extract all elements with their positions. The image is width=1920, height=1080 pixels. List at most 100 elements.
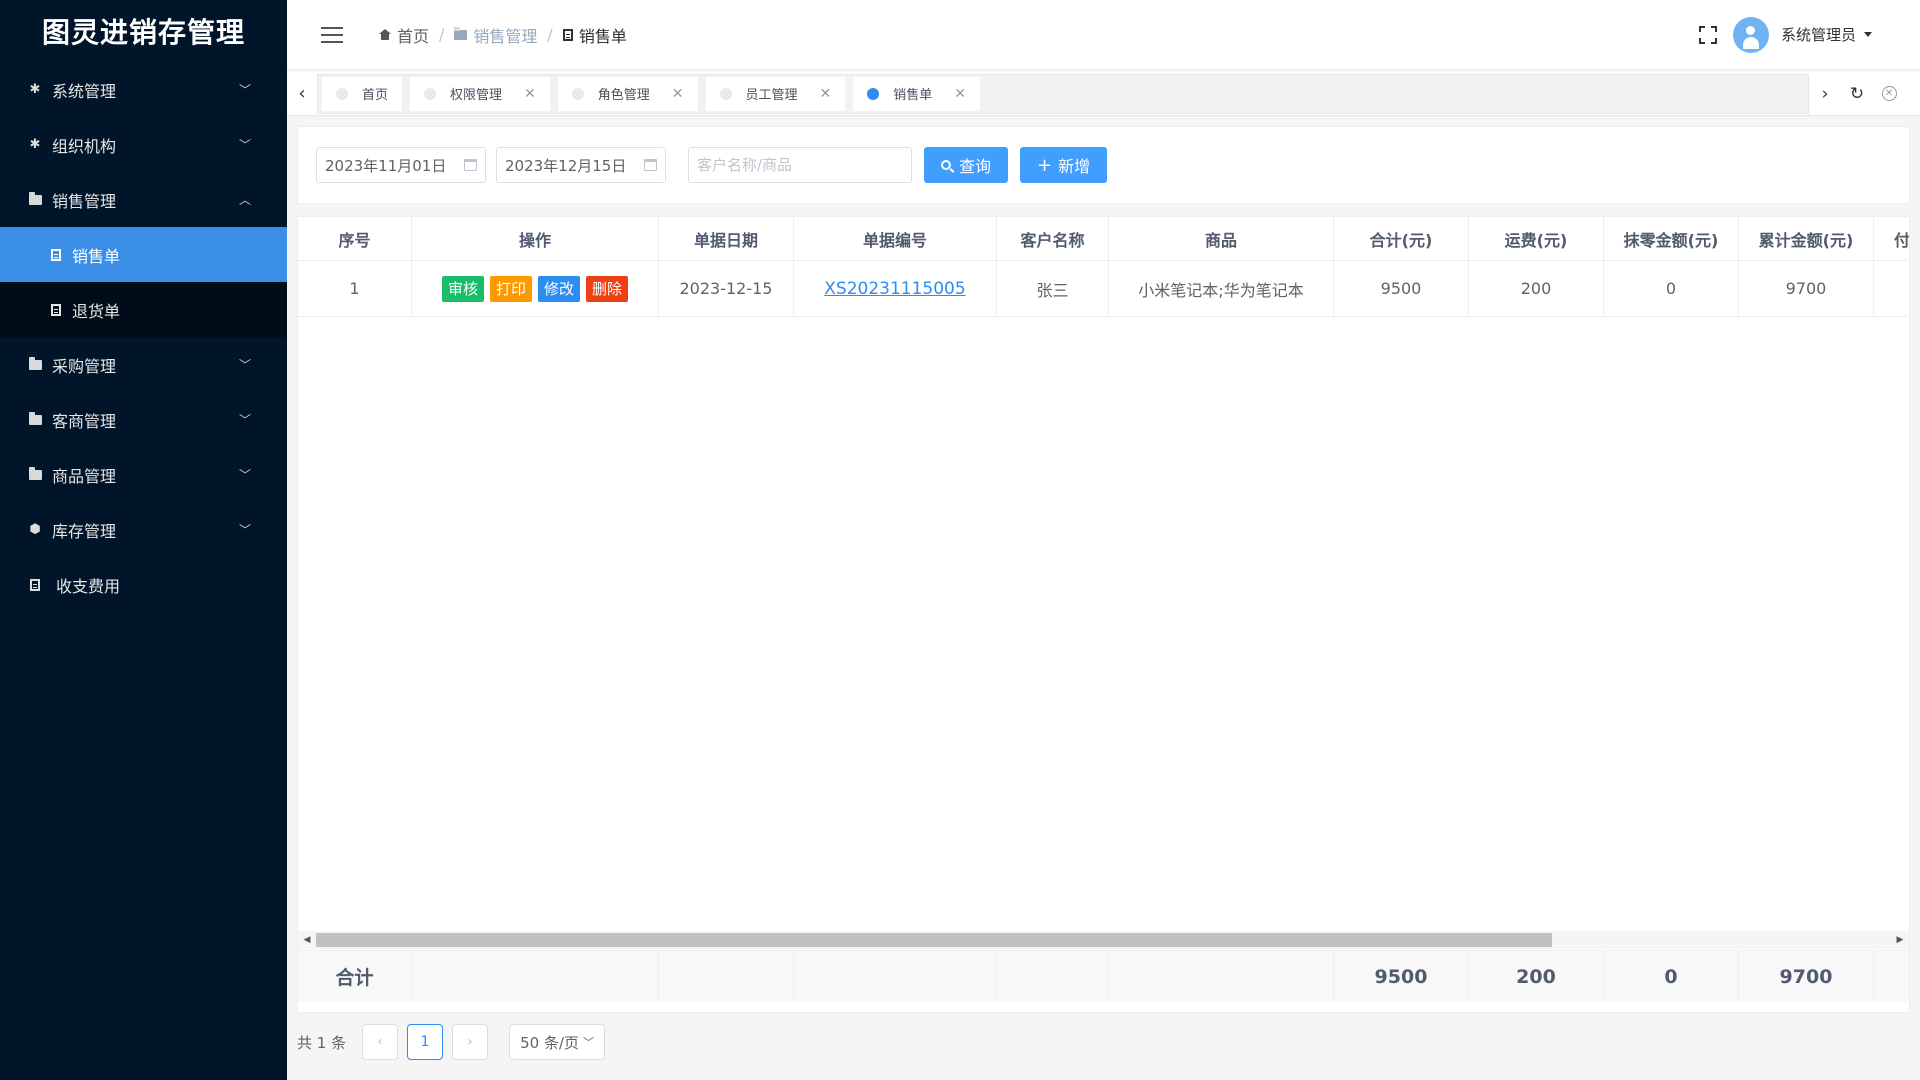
page-number-button[interactable]: 1 [407,1024,444,1060]
page-size-select[interactable]: 50 条/页 ﹀ [509,1024,606,1060]
chevron-down-icon: ﹀ [238,138,251,152]
tabs-list: 首页 权限管理 ✕ 角色管理 ✕ 员工管理 ✕ 销售单 ✕ [317,73,1809,114]
sidebar-item-purchase[interactable]: 采购管理 ﹀ [0,337,287,392]
print-button[interactable]: 打印 [489,275,532,302]
tabs-tools: › ↻ ✕ [1809,72,1905,116]
breadcrumb-separator: / [547,25,553,44]
app-logo-title: 图灵进销存管理 [41,16,245,49]
fullscreen-icon[interactable] [1698,25,1717,44]
sidebar-item-organization[interactable]: ✱ 组织机构 ﹀ [0,117,287,172]
user-menu[interactable]: 系统管理员 [1781,24,1872,45]
sidebar-item-sales[interactable]: 销售管理 ︿ [0,172,287,227]
sales-order-table: 序号 操作 单据日期 单据编号 客户名称 商品 合计(元) 运费(元) 抹零金额… [297,216,1910,1013]
order-code-link[interactable]: XS20231115005 [824,279,965,299]
start-date-picker[interactable]: 2023年11月01日 [316,147,486,183]
next-page-button[interactable]: › [452,1024,489,1060]
gear-icon: ✱ [29,82,41,97]
tab-employees[interactable]: 员工管理 ✕ [705,76,846,111]
folder-icon [28,411,42,427]
tab-dot-icon [424,87,436,100]
search-bar: 2023年11月01日 2023年12月15日 查询 + 新增 [297,126,1910,204]
sidebar: 图灵进销存管理 ✱ 系统管理 ﹀ ✱ 组织机构 ﹀ 销售管理 ︿ 销售单 退货单… [0,0,287,1080]
folder-icon [28,466,42,482]
document-icon [562,28,573,41]
column-header: 单据日期 [659,217,794,260]
prev-page-button[interactable]: ‹ [362,1024,399,1060]
column-header: 合计(元) [1334,217,1469,260]
sidebar-item-sales-order[interactable]: 销售单 [0,227,287,282]
row-freight: 200 [1469,261,1604,316]
sidebar-item-inventory[interactable]: ⬢ 库存管理 ﹀ [0,502,287,557]
tab-sales-order[interactable]: 销售单 ✕ [853,76,980,111]
row-date: 2023-12-15 [659,261,794,316]
summary-total: 9500 [1334,951,1469,1002]
end-date-picker[interactable]: 2023年12月15日 [496,147,666,183]
top-header: 首页 / 销售管理 / 销售单 系统管理员 [287,0,1920,70]
table-row[interactable]: 1 审核 打印 修改 删除 2023-12-15 XS20231115005 张… [298,261,1909,317]
chevron-left-icon[interactable]: ‹ [287,72,317,116]
column-header: 累计金额(元) [1739,217,1874,260]
row-paid [1874,261,1909,316]
row-total: 9500 [1334,261,1469,316]
sidebar-item-merchants[interactable]: 客商管理 ﹀ [0,392,287,447]
delete-button[interactable]: 删除 [586,275,629,302]
sidebar-item-goods[interactable]: 商品管理 ﹀ [0,447,287,502]
close-icon[interactable]: ✕ [820,86,832,102]
row-rounding: 0 [1604,261,1739,316]
column-header: 序号 [298,217,412,260]
summary-cumulative: 9700 [1739,951,1874,1002]
sidebar-item-label: 客商管理 [52,411,117,431]
scroll-right-icon[interactable]: ▶ [1891,931,1909,949]
avatar[interactable] [1732,16,1769,53]
tab-permissions[interactable]: 权限管理 ✕ [410,76,550,111]
tab-dot-icon [719,87,732,100]
breadcrumb-home[interactable]: 首页 [379,23,429,47]
sidebar-item-label: 销售管理 [52,191,117,211]
breadcrumb-current: 销售单 [562,23,627,47]
calendar-icon [464,159,477,171]
close-icon[interactable]: ✕ [524,86,536,102]
sidebar-item-label: 退货单 [72,301,121,321]
row-index: 1 [298,261,412,316]
chevron-right-icon[interactable]: › [1809,72,1841,116]
close-icon[interactable]: ✕ [954,86,966,102]
chevron-down-icon: ﹀ [238,413,251,427]
chevron-down-icon: ﹀ [583,1036,595,1049]
breadcrumb: 首页 / 销售管理 / 销售单 [379,23,627,47]
scroll-left-icon[interactable]: ◀ [298,931,316,949]
scrollbar-thumb[interactable] [316,933,1552,947]
sidebar-item-label: 商品管理 [52,466,117,486]
pagination: 共 1 条 ‹ 1 › 50 条/页 ﹀ [297,1024,606,1060]
breadcrumb-sales[interactable]: 销售管理 [454,23,537,47]
menu-toggle-icon[interactable] [321,26,343,43]
search-icon [941,160,951,170]
keyword-search-input[interactable] [688,147,912,183]
gear-icon: ✱ [29,137,41,152]
summary-freight: 200 [1469,951,1604,1002]
document-icon [50,248,62,261]
home-icon [379,29,391,40]
sidebar-item-expenses[interactable]: 收支费用 [0,557,287,612]
horizontal-scrollbar[interactable]: ◀ ▶ [298,931,1909,949]
refresh-icon[interactable]: ↻ [1841,72,1873,116]
chevron-down-icon: ﹀ [238,358,251,372]
table-summary-row: 合计 9500 200 0 9700 [298,950,1909,1002]
cube-icon: ⬢ [29,522,41,537]
total-count: 共 1 条 [297,1033,347,1052]
column-header: 客户名称 [997,217,1109,260]
chevron-down-icon: ﹀ [238,468,251,482]
tab-roles[interactable]: 角色管理 ✕ [557,76,698,111]
query-button[interactable]: 查询 [924,147,1009,183]
approve-button[interactable]: 审核 [441,275,484,302]
close-all-icon[interactable]: ✕ [1873,72,1905,116]
tab-home[interactable]: 首页 [322,76,402,111]
column-header: 单据编号 [794,217,997,260]
sidebar-item-return-order[interactable]: 退货单 [0,282,287,337]
table-header: 序号 操作 单据日期 单据编号 客户名称 商品 合计(元) 运费(元) 抹零金额… [298,217,1909,261]
tab-dot-icon [867,87,880,100]
add-button[interactable]: + 新增 [1020,147,1108,183]
sidebar-item-system[interactable]: ✱ 系统管理 ﹀ [0,62,287,117]
edit-button[interactable]: 修改 [538,275,581,302]
summary-rounding: 0 [1604,951,1739,1002]
close-icon[interactable]: ✕ [672,86,684,102]
